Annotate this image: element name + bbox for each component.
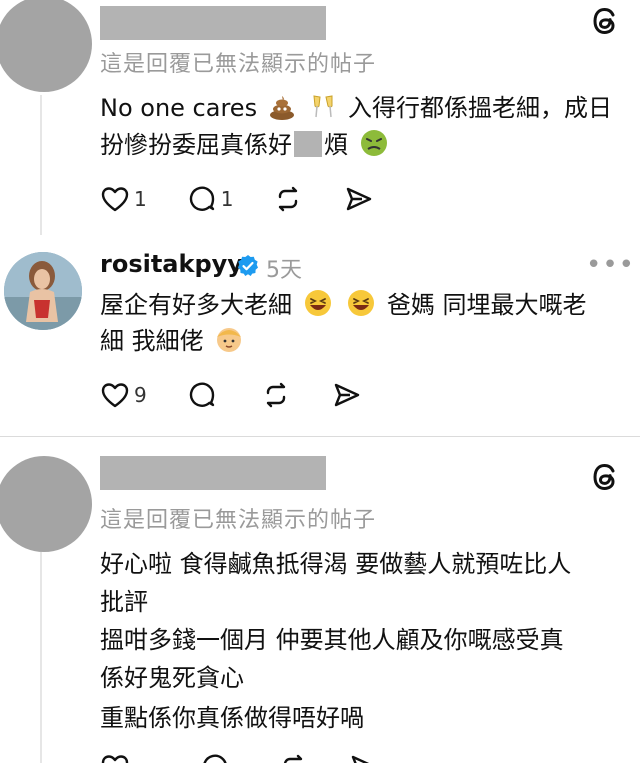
post-actions [100,752,418,763]
post-text: 屋企有好多大老細 [100,291,292,319]
post-text: 細 我細佬 [100,327,204,355]
share-button[interactable] [331,380,361,410]
like-button[interactable] [100,752,130,763]
post-text-line: No one cares 入得行都係搵老細，成日 [100,92,612,124]
thread-line [40,332,42,410]
post-text: No one cares [100,94,258,122]
more-options-button[interactable]: ••• [586,250,635,280]
heart-icon [101,187,129,212]
threads-logo-icon[interactable] [588,460,622,494]
post-text-line: 扮慘扮委屈真係好 煩 [100,128,392,161]
share-icon [351,755,370,763]
share-button[interactable] [348,752,378,763]
repost-icon [279,186,298,212]
comment-count: 1 [220,187,234,211]
boy-emoji-icon [217,328,242,352]
share-icon [334,383,359,407]
share-button[interactable] [343,184,373,214]
comment-button[interactable] [187,380,217,410]
post-text-line: 好心啦 食得鹹魚抵得渴 要做藝人就預咗比人 [100,550,572,578]
share-icon [347,187,372,211]
unavailable-notice: 這是回覆已無法顯示的帖子 [100,508,377,533]
laughing-face-emoji-icon [348,290,375,316]
post-text: 煩 [324,131,348,159]
comment-button[interactable] [200,752,230,763]
repost-button[interactable] [261,380,291,410]
post-text-line: 批評 [100,588,148,616]
like-count: 9 [134,383,147,407]
repost-icon [283,754,303,763]
redacted-username [100,6,326,40]
post-divider [0,436,640,437]
repost-button[interactable] [278,752,308,763]
avatar-photo [4,252,82,330]
post-text-line: 搵咁多錢一個月 仲要其他人顧及你嘅感受真 [100,626,564,654]
post-text-line: 細 我細佬 [100,324,247,357]
post-text: 扮慘扮委屈真係好 [100,131,292,159]
post-time: 5天 [266,258,302,283]
like-button[interactable]: 1 [100,184,147,214]
like-count: 1 [134,187,147,211]
avatar-placeholder[interactable] [0,456,92,552]
user-avatar[interactable] [4,252,82,330]
comment-icon [189,382,214,407]
verified-badge-icon [237,255,258,276]
heart-icon [101,383,129,408]
thread-line [40,95,42,235]
post-text-line: 重點係你真係做得唔好喎 [100,704,364,732]
avatar-placeholder[interactable] [0,0,92,92]
comment-button[interactable]: 1 [187,184,234,214]
comment-icon [203,754,227,763]
laughing-face-emoji-icon [304,290,331,316]
thread-line [40,552,42,763]
threads-logo-icon[interactable] [588,4,622,38]
username[interactable]: rositakpyy [100,250,243,278]
post-text-line: 屋企有好多大老細 爸媽 同埋最大嘅老 [100,288,587,321]
comment-icon [189,186,214,211]
like-button[interactable]: 9 [100,380,147,410]
post-text: 入得行都係搵老細，成日 [348,94,612,122]
post-actions: 1 1 [100,182,413,216]
redacted-word [294,131,322,157]
nauseated-face-emoji-icon [360,130,387,156]
repost-icon [266,382,285,408]
post-actions: 9 [100,378,401,412]
clinking-glasses-emoji-icon [313,95,333,118]
repost-button[interactable] [273,184,303,214]
redacted-username [100,456,326,490]
post-text: 爸媽 同埋最大嘅老 [386,291,587,319]
heart-icon [101,755,129,763]
unavailable-notice: 這是回覆已無法顯示的帖子 [100,52,377,77]
poop-emoji-icon [269,96,294,120]
post-text-line: 係好鬼死貪心 [100,664,244,692]
